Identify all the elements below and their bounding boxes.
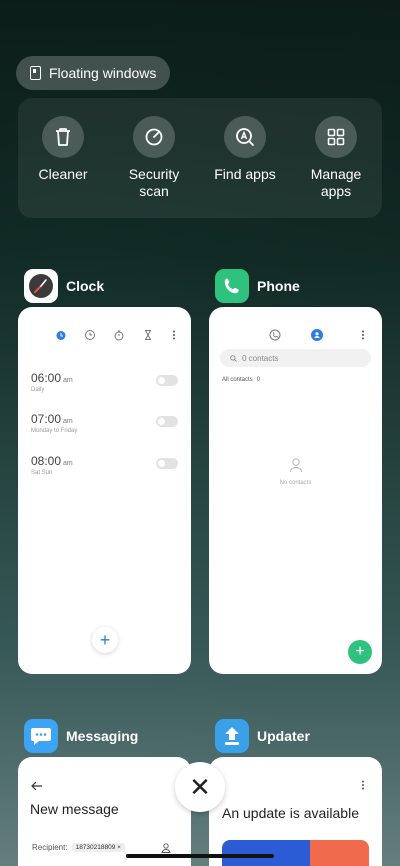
updater-app-icon xyxy=(215,719,249,753)
alarm-ampm: am xyxy=(63,377,73,384)
alarm-toggle[interactable] xyxy=(156,458,178,469)
phone-app-name: Phone xyxy=(257,278,300,294)
find-apps-button[interactable]: Find apps xyxy=(200,116,290,183)
alarm-repeat: Sat Sun xyxy=(31,470,53,476)
world-clock-tab-icon[interactable] xyxy=(84,329,96,341)
clock-app-icon xyxy=(24,269,58,303)
alarm-item[interactable]: 06:00 am Daily xyxy=(31,371,73,393)
updater-app-name: Updater xyxy=(257,728,310,744)
alarm-repeat: Monday to Friday xyxy=(31,428,78,434)
messaging-app-header[interactable]: Messaging xyxy=(24,719,138,753)
alarm-toggle[interactable] xyxy=(156,416,178,427)
messaging-app-card[interactable]: New message Recipient: 18730218809 × xyxy=(18,757,191,866)
recipient-row[interactable]: Recipient: 18730218809 × xyxy=(32,843,125,852)
close-all-button[interactable]: ✕ xyxy=(175,762,225,812)
alarm-time: 06:00 xyxy=(31,371,62,385)
cleaner-label: Cleaner xyxy=(38,166,88,182)
alarm-item[interactable]: 07:00 am Monday to Friday xyxy=(31,412,77,434)
add-contact-icon[interactable] xyxy=(161,843,171,853)
alarm-tab-icon[interactable] xyxy=(55,329,67,341)
clock-app-card[interactable]: 06:00 am Daily 07:00 am Monday to Friday 0… xyxy=(18,307,191,674)
add-alarm-button[interactable]: + xyxy=(92,627,118,653)
phone-app-header[interactable]: Phone xyxy=(215,269,300,303)
add-contact-button[interactable]: + xyxy=(348,640,372,664)
alarm-toggle[interactable] xyxy=(156,375,178,386)
alarm-ampm: am xyxy=(63,460,73,467)
new-message-title: New message xyxy=(30,801,119,817)
alarm-item[interactable]: 08:00 am Sat Sun xyxy=(31,454,73,476)
home-indicator[interactable] xyxy=(126,854,274,858)
trash-icon xyxy=(42,116,84,158)
floating-window-icon xyxy=(30,66,41,80)
recipient-value: 18730218809 xyxy=(75,844,116,851)
security-scan-icon xyxy=(133,116,175,158)
alarm-repeat: Daily xyxy=(31,387,45,393)
find-apps-label: Find apps xyxy=(214,166,276,182)
contacts-tab-icon[interactable] xyxy=(311,329,323,341)
alarm-ampm: am xyxy=(63,418,73,425)
contacts-filter[interactable]: All contacts 0 xyxy=(222,377,260,383)
alarm-time: 08:00 xyxy=(31,454,62,468)
updater-app-header[interactable]: Updater xyxy=(215,719,310,753)
timer-tab-icon[interactable] xyxy=(142,329,154,341)
find-apps-icon xyxy=(224,116,266,158)
search-placeholder: 0 contacts xyxy=(242,353,279,363)
contacts-search-input[interactable]: 0 contacts xyxy=(220,349,371,367)
more-options-icon[interactable] xyxy=(168,329,180,341)
update-banner-image xyxy=(222,840,369,866)
messaging-app-icon xyxy=(24,719,58,753)
person-icon xyxy=(288,458,303,473)
messaging-app-name: Messaging xyxy=(66,728,139,744)
quick-tools-panel: Cleaner Security scan Find apps Manage a… xyxy=(18,98,382,218)
recipient-chip[interactable]: 18730218809 × xyxy=(71,843,125,852)
filter-count: 0 xyxy=(256,377,261,383)
phone-app-icon xyxy=(215,269,249,303)
stopwatch-tab-icon[interactable] xyxy=(113,329,125,341)
floating-windows-button[interactable]: Floating windows xyxy=(16,56,171,90)
manage-apps-icon xyxy=(315,116,357,158)
manage-apps-button[interactable]: Manage apps xyxy=(291,116,381,200)
more-options-icon[interactable] xyxy=(357,779,369,791)
manage-apps-label: Manage apps xyxy=(310,166,362,199)
updater-app-card[interactable]: An update is available xyxy=(209,757,382,866)
back-arrow-icon[interactable] xyxy=(31,781,43,791)
security-scan-button[interactable]: Security scan xyxy=(109,116,199,200)
floating-windows-label: Floating windows xyxy=(49,65,157,81)
cleaner-button[interactable]: Cleaner xyxy=(18,116,108,183)
update-title: An update is available xyxy=(222,805,359,821)
security-scan-label: Security scan xyxy=(128,166,180,199)
empty-label: No contacts xyxy=(279,480,312,486)
search-icon xyxy=(230,354,237,362)
clock-app-header[interactable]: Clock xyxy=(24,269,104,303)
phone-app-card[interactable]: 0 contacts All contacts 0 No contacts + xyxy=(209,307,382,674)
filter-label: All contacts xyxy=(222,377,253,383)
alarm-time: 07:00 xyxy=(31,412,62,426)
more-options-icon[interactable] xyxy=(357,329,369,341)
empty-state: No contacts xyxy=(209,457,382,486)
recipient-label: Recipient: xyxy=(32,843,68,852)
clock-app-name: Clock xyxy=(66,278,105,294)
recents-tab-icon[interactable] xyxy=(269,329,281,341)
